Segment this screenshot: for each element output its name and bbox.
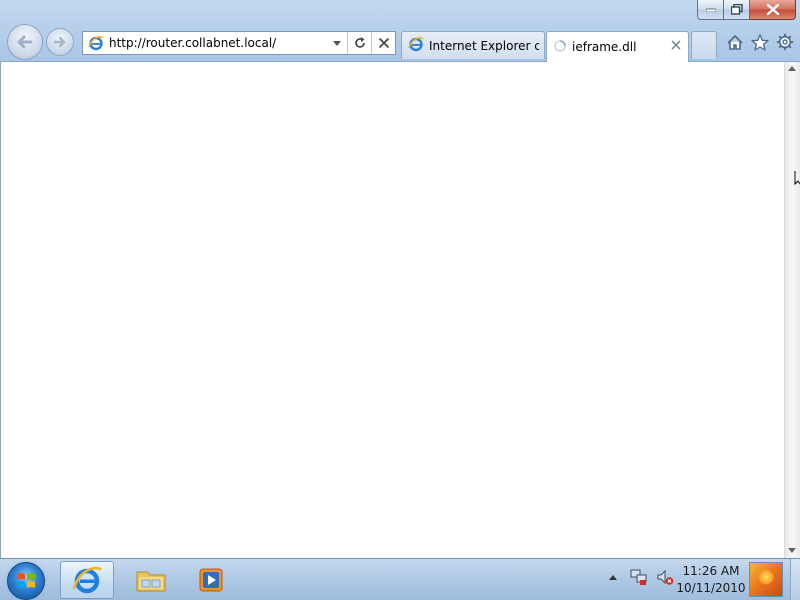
mouse-cursor-icon [794,171,800,186]
tools-gear-icon[interactable] [775,32,794,52]
favorites-star-icon[interactable] [750,32,769,52]
taskbar-windows-media-player[interactable] [184,561,238,599]
refresh-icon [354,37,365,48]
command-icons [725,32,794,52]
clock-time: 11:26 AM [682,564,740,578]
close-icon [766,4,779,15]
clock-date: 10/11/2010 [676,581,746,595]
address-bar [82,31,396,55]
browser-frame: Internet Explorer ca... ieframe.dll [0,0,800,62]
tab-ieframe-dll[interactable]: ieframe.dll [546,31,689,62]
restore-icon [730,4,743,15]
stop-button[interactable] [371,32,395,54]
close-window-button[interactable] [750,0,796,20]
folder-icon [136,571,166,592]
taskbar-internet-explorer[interactable] [60,561,114,599]
tab-close-icon[interactable] [670,39,682,51]
internet-explorer-icon [72,566,103,594]
chevron-down-icon[interactable] [327,32,347,54]
forward-button[interactable] [46,28,74,56]
vertical-scrollbar[interactable] [784,62,800,558]
tab-label: Internet Explorer ca... [429,38,539,53]
ie-page-icon [408,36,424,55]
page-content[interactable] [0,62,784,558]
start-button[interactable] [7,562,45,600]
volume-muted-icon[interactable] [656,567,674,587]
scroll-down-icon[interactable] [788,548,796,553]
forward-arrow-icon [53,36,66,48]
new-tab-button[interactable] [691,31,717,59]
windows-logo-icon [17,573,35,588]
refresh-button[interactable] [347,32,371,54]
minimize-icon [705,8,716,12]
tab-internet-explorer[interactable]: Internet Explorer ca... [401,31,545,59]
minimize-button[interactable] [697,0,724,20]
caption-buttons [697,0,796,20]
scroll-up-icon[interactable] [788,66,796,71]
notification-area [604,567,674,587]
taskbar: 11:26 AM 10/11/2010 [0,558,800,600]
system-clock[interactable]: 11:26 AM 10/11/2010 [676,563,746,597]
taskbar-windows-explorer[interactable] [124,561,178,599]
back-arrow-icon [17,35,33,49]
tab-label: ieframe.dll [572,40,637,54]
media-player-icon [199,568,223,592]
network-icon[interactable] [630,567,648,587]
show-desktop-button[interactable] [749,562,783,597]
back-button[interactable] [7,24,43,60]
loading-spinner-icon [553,39,567,56]
taskbar-edge [790,559,800,600]
home-icon[interactable] [725,32,744,52]
stop-icon [378,38,389,48]
ie-page-icon [85,32,107,54]
restore-button[interactable] [724,0,750,20]
show-hidden-icons-button[interactable] [604,567,622,587]
url-input[interactable] [107,33,327,53]
